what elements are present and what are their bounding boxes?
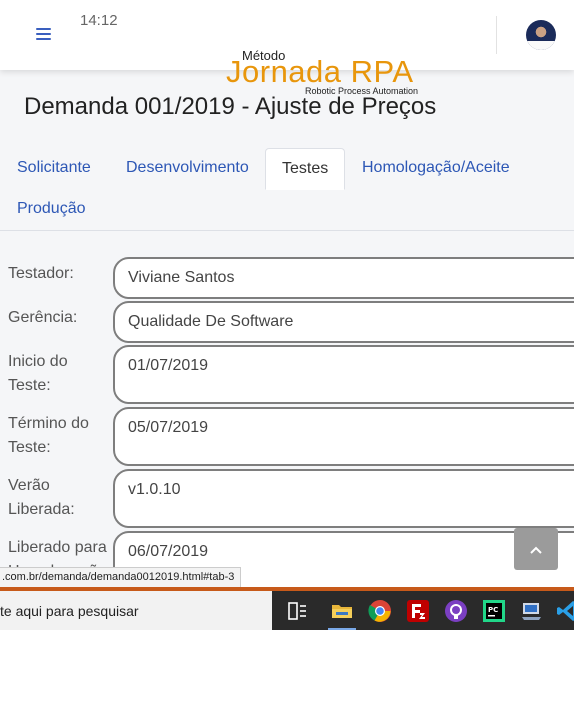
termino-teste-label: Término do Teste: <box>8 415 89 456</box>
chrome-icon[interactable] <box>368 599 392 623</box>
vscode-icon[interactable] <box>556 599 574 623</box>
windows-taskbar: te aqui para pesquisar PC <box>0 591 574 630</box>
tab-solicitante[interactable]: Solicitante <box>17 159 91 177</box>
active-app-indicator <box>328 628 356 630</box>
gerencia-field[interactable]: Qualidade De Software <box>113 301 574 343</box>
inicio-teste-label: Inicio do Teste: <box>8 353 68 394</box>
inicio-teste-field[interactable]: 01/07/2019 <box>113 345 574 404</box>
scroll-to-top-button[interactable] <box>514 528 558 570</box>
termino-teste-field[interactable]: 05/07/2019 <box>113 407 574 466</box>
navbar-divider <box>496 16 497 54</box>
tab-homologacao-aceite[interactable]: Homologação/Aceite <box>362 159 510 177</box>
gerencia-label: Gerência: <box>8 309 78 326</box>
tab-producao[interactable]: Produção <box>17 200 86 218</box>
remote-desktop-icon[interactable] <box>520 599 544 623</box>
pycharm-icon[interactable]: PC <box>482 599 506 623</box>
status-url-bar: .com.br/demanda/demanda0012019.html#tab-… <box>0 567 242 588</box>
testador-field[interactable]: Viviane Santos <box>113 257 574 299</box>
file-explorer-icon[interactable] <box>330 599 354 623</box>
versao-liberada-field[interactable]: v1.0.10 <box>113 469 574 528</box>
logo-tagline: Robotic Process Automation <box>305 86 419 96</box>
filezilla-icon[interactable] <box>406 599 430 623</box>
user-avatar[interactable] <box>526 20 556 50</box>
github-desktop-icon[interactable] <box>444 599 468 623</box>
task-view-icon[interactable] <box>285 599 309 623</box>
logo-brand-text: Jornada RPA <box>226 54 414 89</box>
browser-viewport: 14:12 Método Jornada RPA Robotic Process… <box>0 0 574 630</box>
tab-desenvolvimento[interactable]: Desenvolvimento <box>126 159 249 177</box>
jornada-rpa-logo[interactable]: Método Jornada RPA Robotic Process Autom… <box>226 46 436 98</box>
versao-liberada-label: Verão Liberada: <box>8 477 75 518</box>
tab-testes[interactable]: Testes <box>265 148 346 190</box>
testador-label: Testador: <box>8 265 74 282</box>
clock-time: 14:12 <box>80 12 118 29</box>
chevron-up-icon <box>530 546 542 555</box>
taskbar-search-input[interactable]: te aqui para pesquisar <box>0 591 272 630</box>
tabs-divider <box>0 230 574 231</box>
hamburger-menu-icon[interactable] <box>36 27 52 41</box>
svg-text:PC: PC <box>488 606 498 614</box>
